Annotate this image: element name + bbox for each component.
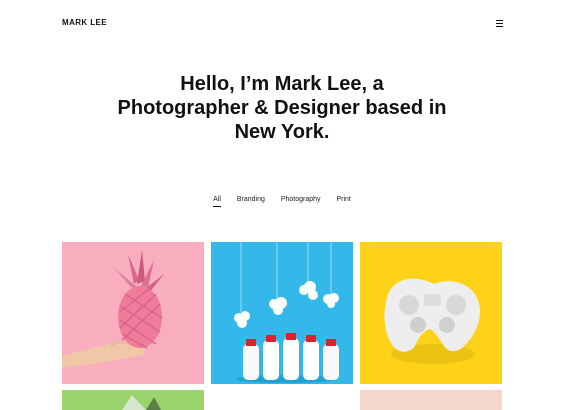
portfolio-item-pineapple[interactable] [62,242,204,384]
portfolio-item-controller[interactable] [360,242,502,384]
filter-tab-print[interactable]: Print [336,196,350,206]
pineapple-image [62,250,164,368]
portfolio-item-partial-peach[interactable] [360,390,502,410]
bottles-image [234,242,339,383]
portfolio-filters: All Branding Photography Print [0,196,564,207]
filter-tab-branding[interactable]: Branding [237,196,265,206]
controller-image [384,278,480,364]
filter-tab-all[interactable]: All [213,196,221,207]
filter-tab-photography[interactable]: Photography [281,196,321,206]
hero-heading: Hello, I’m Mark Lee, a Photographer & De… [0,72,564,144]
hero-line-1: Hello, I’m Mark Lee, a [180,73,384,95]
portfolio-item-partial-green[interactable] [62,390,204,410]
site-brand[interactable]: MARK LEE [62,18,107,27]
hero-line-2: Photographer & Designer based in [117,97,447,119]
hamburger-menu-icon[interactable] [496,20,503,27]
portfolio-item-bottles[interactable] [211,242,353,384]
partial-tile-image [122,395,161,410]
hero-line-3: New York. [234,121,330,143]
